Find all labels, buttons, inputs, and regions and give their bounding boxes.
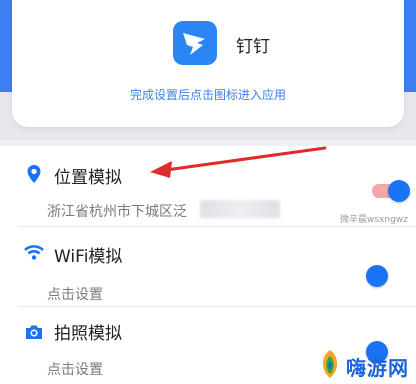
red-arrow-annotation <box>150 146 327 178</box>
brand-text: 嗨游网 <box>346 356 409 380</box>
brand-logo-icon <box>322 350 338 378</box>
site-watermark: 嗨游网 <box>312 344 416 384</box>
